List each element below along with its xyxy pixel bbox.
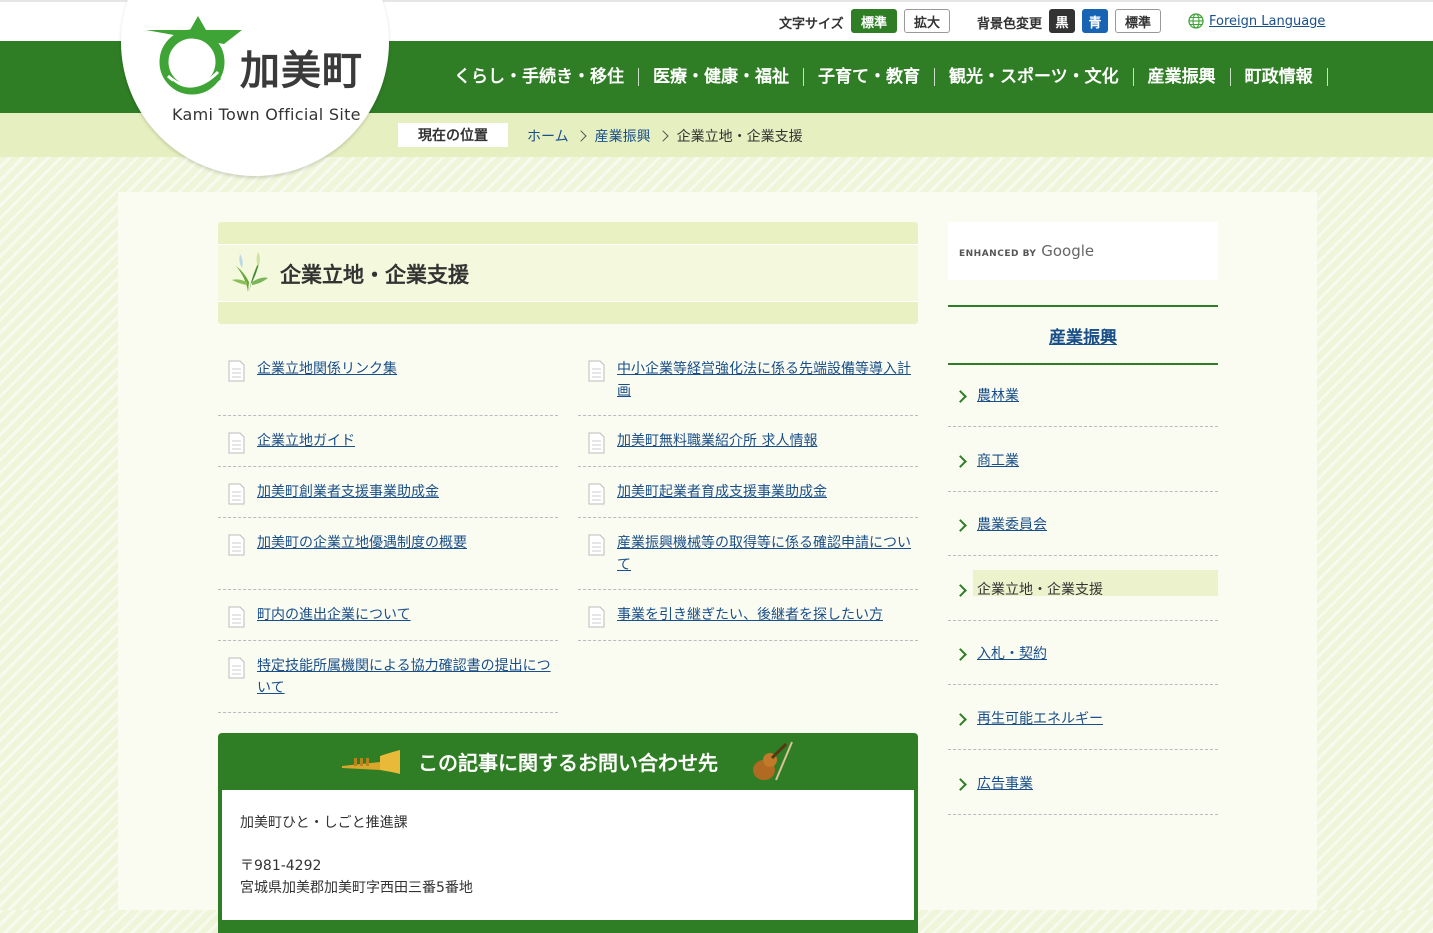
global-nav: くらし・手続き・移住 医療・健康・福祉 子育て・教育 観光・スポーツ・文化 産業… bbox=[440, 41, 1328, 113]
logo-town-name[interactable]: 加美町 bbox=[240, 38, 363, 96]
contact-address: 宮城県加美郡加美町字西田三番5番地 bbox=[240, 880, 473, 896]
list-item: 中小企業等経営強化法に係る先端設備等導入計画 bbox=[578, 350, 918, 416]
foreign-language-link[interactable]: Foreign Language bbox=[1209, 14, 1325, 29]
list-item: 企業立地関係リンク集 bbox=[218, 350, 558, 416]
sidebar-item-label[interactable]: 再生可能エネルギー bbox=[977, 708, 1103, 730]
sidebar-item-advertising[interactable]: 広告事業 bbox=[948, 751, 1218, 815]
list-item: 特定技能所属機関による協力確認書の提出について bbox=[218, 641, 558, 713]
chevron-right-icon bbox=[954, 713, 967, 726]
breadcrumb: ホーム 産業振興 企業立地・企業支援 bbox=[527, 126, 803, 146]
font-size-label: 文字サイズ bbox=[779, 17, 844, 32]
sidebar-item-label[interactable]: 農業委員会 bbox=[977, 514, 1047, 536]
font-size-large-button[interactable]: 拡大 bbox=[904, 9, 950, 33]
link-location-guide[interactable]: 企業立地ガイド bbox=[257, 430, 557, 452]
link-business-location-links[interactable]: 企業立地関係リンク集 bbox=[257, 358, 557, 380]
sidebar-item-bidding[interactable]: 入札・契約 bbox=[948, 621, 1218, 685]
sidebar-heading: 産業振興 bbox=[948, 305, 1218, 365]
font-size-standard-button[interactable]: 標準 bbox=[851, 9, 897, 33]
page-title: 企業立地・企業支援 bbox=[280, 263, 469, 287]
town-emblem-icon[interactable] bbox=[146, 16, 242, 96]
chevron-right-icon bbox=[954, 584, 967, 597]
sidebar-item-label[interactable]: 入札・契約 bbox=[977, 643, 1047, 665]
chevron-right-icon bbox=[954, 778, 967, 791]
nav-item-townhall[interactable]: 町政情報 bbox=[1231, 68, 1328, 86]
chevron-right-icon bbox=[954, 519, 967, 532]
document-icon bbox=[228, 657, 245, 679]
sidebar-item-label: 企業立地・企業支援 bbox=[977, 582, 1103, 598]
violin-icon bbox=[753, 741, 793, 781]
logo-subtitle[interactable]: Kami Town Official Site bbox=[172, 105, 361, 124]
sidebar-item-business-location[interactable]: 企業立地・企業支援 bbox=[948, 557, 1218, 621]
chevron-right-icon bbox=[574, 130, 587, 142]
nav-item-childcare[interactable]: 子育て・教育 bbox=[804, 68, 935, 86]
chevron-right-icon bbox=[954, 390, 967, 403]
chevron-right-icon bbox=[656, 130, 669, 142]
breadcrumb-current: 企業立地・企業支援 bbox=[676, 129, 803, 145]
sidebar-item-agriculture[interactable]: 農林業 bbox=[948, 363, 1218, 427]
breadcrumb-label: 現在の位置 bbox=[398, 123, 508, 147]
document-icon bbox=[228, 483, 245, 505]
bg-standard-button[interactable]: 標準 bbox=[1115, 9, 1161, 33]
document-icon bbox=[588, 360, 605, 382]
list-item: 企業立地ガイド bbox=[218, 416, 558, 467]
globe-icon[interactable] bbox=[1188, 13, 1204, 29]
sidebar-heading-link[interactable]: 産業振興 bbox=[1049, 323, 1117, 348]
bg-blue-button[interactable]: 青 bbox=[1082, 9, 1108, 33]
breadcrumb-home-link[interactable]: ホーム bbox=[527, 126, 569, 146]
document-icon bbox=[588, 606, 605, 628]
link-job-listings[interactable]: 加美町無料職業紹介所 求人情報 bbox=[617, 430, 917, 452]
link-business-succession[interactable]: 事業を引き継ぎたい、後継者を探したい方 bbox=[617, 604, 917, 626]
chevron-right-icon bbox=[954, 455, 967, 468]
chevron-right-icon bbox=[954, 648, 967, 661]
list-item: 加美町の企業立地優遇制度の概要 bbox=[218, 518, 558, 590]
link-entrepreneur-grant[interactable]: 加美町起業者育成支援事業助成金 bbox=[617, 481, 917, 503]
list-item: 町内の進出企業について bbox=[218, 590, 558, 641]
search-brand: Google bbox=[1041, 242, 1095, 260]
bg-black-button[interactable]: 黒 bbox=[1049, 9, 1075, 33]
list-item: 事業を引き継ぎたい、後継者を探したい方 bbox=[578, 590, 918, 641]
list-item: 加美町起業者育成支援事業助成金 bbox=[578, 467, 918, 518]
search-enhanced-label: ENHANCED BY bbox=[959, 249, 1037, 259]
contact-postal: 〒981-4292 bbox=[240, 858, 322, 874]
sidebar-item-commerce[interactable]: 商工業 bbox=[948, 428, 1218, 492]
document-icon bbox=[228, 432, 245, 454]
document-icon bbox=[588, 534, 605, 556]
contact-body bbox=[222, 790, 914, 920]
link-local-companies[interactable]: 町内の進出企業について bbox=[257, 604, 557, 626]
link-machinery-confirmation[interactable]: 産業振興機械等の取得等に係る確認申請について bbox=[617, 532, 913, 576]
nav-item-tourism[interactable]: 観光・スポーツ・文化 bbox=[935, 68, 1134, 86]
sidebar-item-label[interactable]: 農林業 bbox=[977, 385, 1019, 407]
document-icon bbox=[588, 432, 605, 454]
bg-color-label: 背景色変更 bbox=[977, 17, 1043, 32]
search-enhanced-by: ENHANCED BY Google bbox=[959, 242, 1094, 260]
document-icon bbox=[588, 483, 605, 505]
link-specified-skills[interactable]: 特定技能所属機関による協力確認書の提出について bbox=[257, 655, 553, 699]
list-item: 加美町創業者支援事業助成金 bbox=[218, 467, 558, 518]
link-advanced-equipment-plan[interactable]: 中小企業等経営強化法に係る先端設備等導入計画 bbox=[617, 358, 911, 402]
contact-department: 加美町ひと・しごと推進課 bbox=[240, 815, 408, 831]
nav-item-living[interactable]: くらし・手続き・移住 bbox=[440, 68, 639, 86]
sidebar-item-label[interactable]: 商工業 bbox=[977, 450, 1019, 472]
nav-item-industry[interactable]: 産業振興 bbox=[1134, 68, 1231, 86]
list-item: 加美町無料職業紹介所 求人情報 bbox=[578, 416, 918, 467]
sidebar-item-agri-committee[interactable]: 農業委員会 bbox=[948, 492, 1218, 556]
sidebar-item-label[interactable]: 広告事業 bbox=[977, 773, 1033, 795]
sidebar-item-renewable-energy[interactable]: 再生可能エネルギー bbox=[948, 686, 1218, 750]
document-icon bbox=[228, 360, 245, 382]
document-icon bbox=[228, 534, 245, 556]
link-founder-grant[interactable]: 加美町創業者支援事業助成金 bbox=[257, 481, 557, 503]
nav-item-medical[interactable]: 医療・健康・福祉 bbox=[639, 68, 804, 86]
document-icon bbox=[228, 606, 245, 628]
plant-icon bbox=[232, 252, 268, 292]
list-item: 産業振興機械等の取得等に係る確認申請について bbox=[578, 518, 918, 590]
link-incentive-overview[interactable]: 加美町の企業立地優遇制度の概要 bbox=[257, 532, 557, 554]
breadcrumb-industry-link[interactable]: 産業振興 bbox=[595, 126, 651, 146]
